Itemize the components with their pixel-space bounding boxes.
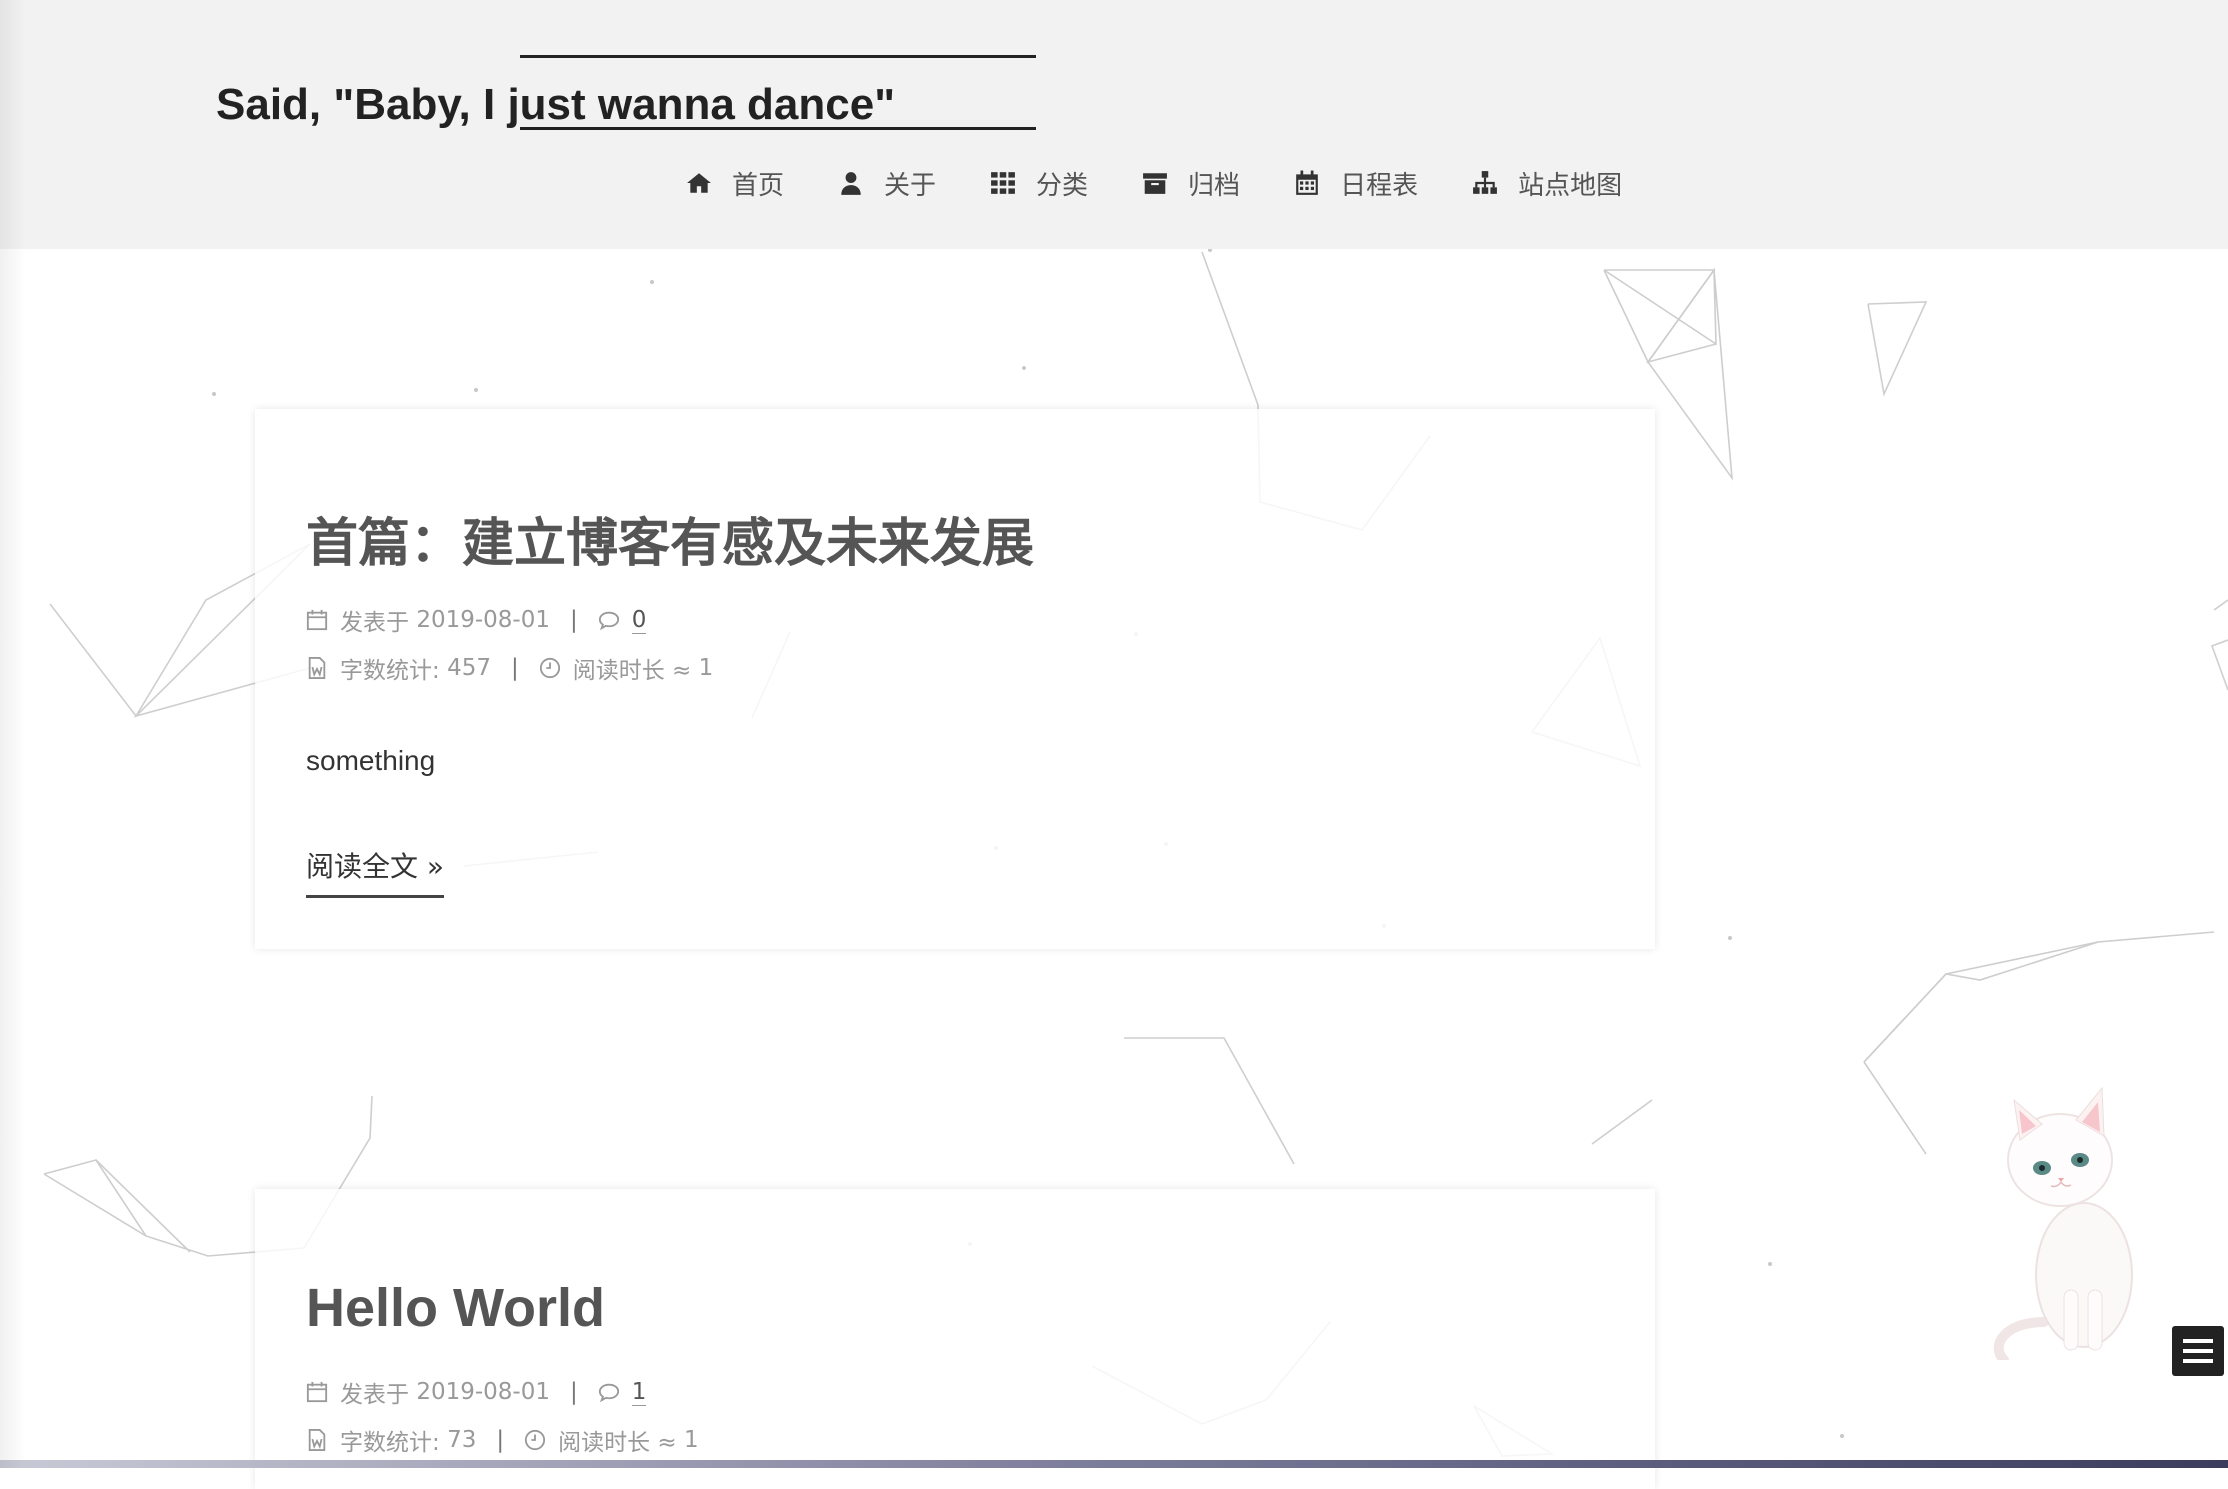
post-meta-row: 发表于 2019-08-01 | 1 — [306, 1375, 647, 1409]
nav-item-categories[interactable]: 分类 — [990, 165, 1088, 202]
home-icon — [687, 173, 711, 193]
comment-icon — [598, 611, 619, 631]
taskbar-edge — [0, 1460, 2228, 1468]
readtime-value: 1 — [684, 1427, 699, 1453]
meta-separator: | — [510, 655, 519, 681]
readtime-label: 阅读时长 ≈ — [558, 1430, 677, 1456]
nav-item-label: 站点地图 — [1518, 170, 1623, 201]
nav-item-schedule[interactable]: 日程表 — [1294, 165, 1418, 202]
cat-mascot-widget[interactable] — [1984, 1060, 2144, 1360]
word-doc-icon — [308, 657, 326, 679]
user-icon — [841, 172, 861, 195]
post-meta-row: 字数统计: 73 | 阅读时长 ≈ 1 — [306, 1423, 699, 1457]
published-label: 发表于 — [340, 1382, 409, 1408]
hamburger-icon-bar — [2183, 1359, 2213, 1363]
hamburger-icon-bar — [2183, 1349, 2213, 1353]
post-meta-row: 字数统计: 457 | 阅读时长 ≈ 1 — [306, 651, 713, 685]
sitemap-icon — [1473, 171, 1497, 194]
comment-count-link[interactable]: 1 — [631, 1379, 647, 1406]
left-edge-shadow — [0, 0, 26, 1468]
comment-count-link[interactable]: 0 — [631, 607, 647, 634]
read-more-link[interactable]: 阅读全文 » — [306, 845, 445, 898]
readtime-label: 阅读时长 ≈ — [572, 658, 692, 684]
wordcount-value: 457 — [447, 655, 491, 681]
nav-item-label: 分类 — [1036, 170, 1089, 201]
nav-item-home[interactable]: 首页 — [686, 165, 784, 202]
clock-icon — [539, 657, 560, 679]
post-title-link[interactable]: Hello World — [306, 1277, 605, 1339]
word-doc-icon — [308, 1429, 326, 1451]
wordcount-label: 字数统计: — [340, 658, 440, 684]
calendar-outline-icon — [306, 609, 328, 631]
hamburger-icon — [2183, 1339, 2213, 1343]
calendar-outline-icon — [306, 1381, 328, 1403]
main-nav: 首页 关于 分类 归档 日程表 站点地图 — [686, 160, 1622, 206]
published-label: 发表于 — [340, 610, 409, 636]
archive-icon — [1143, 173, 1167, 194]
post-card: Hello World 发表于 2019-08-01 | 1 字数统计: 73 … — [255, 1189, 1655, 1489]
post-date: 2019-08-01 — [416, 1379, 550, 1405]
meta-separator: | — [496, 1427, 505, 1453]
site-header: Said, "Baby, I just wanna dance" 首页 关于 分… — [0, 0, 2228, 249]
wordcount-value: 73 — [447, 1427, 477, 1453]
post-excerpt: something — [306, 745, 436, 776]
comment-icon — [598, 1383, 619, 1403]
meta-separator: | — [569, 607, 578, 633]
post-date: 2019-08-01 — [416, 607, 550, 633]
meta-separator: | — [569, 1379, 578, 1405]
nav-item-label: 日程表 — [1340, 170, 1419, 201]
brand-top-line — [520, 55, 1036, 58]
readtime-value: 1 — [698, 655, 714, 681]
nav-item-label: 归档 — [1188, 170, 1241, 201]
grid-icon — [991, 172, 1015, 194]
wordcount-label: 字数统计: — [340, 1430, 440, 1456]
sidebar-toggle-button[interactable] — [2172, 1326, 2224, 1376]
clock-icon — [525, 1429, 546, 1451]
post-card: 首篇：建立博客有感及未来发展 发表于 2019-08-01 | 0 字数统计: … — [255, 409, 1655, 949]
nav-item-archives[interactable]: 归档 — [1142, 165, 1240, 202]
nav-item-label: 首页 — [732, 170, 785, 201]
post-title-link[interactable]: 首篇：建立博客有感及未来发展 — [306, 501, 1034, 576]
nav-item-about[interactable]: 关于 — [838, 165, 936, 202]
calendar-icon — [1296, 170, 1318, 195]
nav-item-sitemap[interactable]: 站点地图 — [1472, 165, 1622, 202]
brand-bottom-line — [520, 127, 1036, 130]
nav-item-label: 关于 — [884, 170, 937, 201]
post-meta-row: 发表于 2019-08-01 | 0 — [306, 603, 647, 637]
